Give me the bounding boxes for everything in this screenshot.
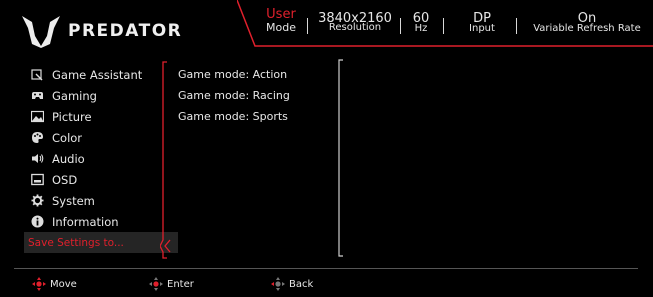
speaker-icon <box>30 152 44 166</box>
game-mode-list: Game mode: Action Game mode: Racing Game… <box>178 64 290 127</box>
menu-item-label: Gaming <box>52 88 97 103</box>
brand-logo: PREDATOR <box>20 14 182 48</box>
menu-item-label: Color <box>52 130 83 145</box>
game-mode-value: Action <box>252 68 288 81</box>
back-label: Back <box>289 278 314 290</box>
footer-divider <box>14 268 638 269</box>
menu-item-gaming[interactable]: Gaming <box>30 85 150 106</box>
mode-status: User Mode <box>261 8 301 34</box>
submenu-bracket <box>338 59 343 257</box>
game-mode-item[interactable]: Game mode: Action <box>178 64 290 85</box>
picture-icon <box>30 110 44 124</box>
game-mode-value: Sports <box>252 110 288 123</box>
menu-item-label: Picture <box>52 109 92 124</box>
status-panel: User Mode 3840x2160 Resolution 60 Hz DP … <box>237 0 653 52</box>
save-settings-label: Save Settings to... <box>28 236 124 249</box>
gear-icon <box>30 194 44 208</box>
selection-bracket <box>160 61 171 259</box>
footer-back-hint: Back <box>271 277 313 291</box>
menu-item-color[interactable]: Color <box>30 127 150 148</box>
main-menu: Game Assistant Gaming Picture Color Audi… <box>24 64 178 253</box>
footer-move-hint: Move <box>32 277 77 291</box>
enter-joystick-icon <box>149 277 163 291</box>
input-label: Input <box>469 23 495 34</box>
status-divider <box>516 18 517 34</box>
status-divider <box>307 18 308 34</box>
back-joystick-icon <box>271 277 285 291</box>
mode-label: Mode <box>266 21 296 34</box>
gamepad-icon <box>30 89 44 103</box>
brand-name: PREDATOR <box>68 21 183 41</box>
predator-logo-icon <box>22 16 60 48</box>
info-icon <box>30 215 44 229</box>
resolution-status: 3840x2160 Resolution <box>315 12 395 34</box>
menu-item-system[interactable]: System <box>30 190 150 211</box>
enter-label: Enter <box>167 278 194 290</box>
game-mode-label: Game mode: <box>178 110 250 123</box>
menu-item-osd[interactable]: OSD <box>30 169 150 190</box>
osd-icon <box>30 173 44 187</box>
palette-icon <box>30 131 44 145</box>
menu-item-game-assistant[interactable]: Game Assistant <box>30 64 150 85</box>
refresh-status: 60 Hz <box>409 12 433 35</box>
menu-item-label: System <box>52 193 95 208</box>
status-divider <box>400 18 401 34</box>
menu-item-picture[interactable]: Picture <box>30 106 150 127</box>
vrr-status: On Variable Refresh Rate <box>521 12 653 35</box>
menu-item-label: OSD <box>52 172 78 187</box>
game-mode-label: Game mode: <box>178 89 250 102</box>
save-settings-button[interactable]: Save Settings to... <box>24 232 178 253</box>
move-joystick-icon <box>32 277 46 291</box>
status-divider <box>443 18 444 34</box>
game-mode-item[interactable]: Game mode: Racing <box>178 85 290 106</box>
input-status: DP Input <box>459 12 505 35</box>
menu-item-label: Game Assistant <box>52 67 143 82</box>
menu-item-label: Information <box>52 214 119 229</box>
menu-item-label: Audio <box>52 151 85 166</box>
move-label: Move <box>50 278 77 290</box>
footer-enter-hint: Enter <box>149 277 194 291</box>
menu-item-audio[interactable]: Audio <box>30 148 150 169</box>
game-mode-value: Racing <box>252 89 290 102</box>
vrr-label: Variable Refresh Rate <box>533 23 641 34</box>
mode-value: User <box>266 7 296 22</box>
game-mode-label: Game mode: <box>178 68 250 81</box>
header-bar: PREDATOR User Mode 3840x2160 Resolution … <box>0 0 653 58</box>
game-assistant-icon <box>30 68 44 82</box>
menu-item-information[interactable]: Information <box>30 211 150 232</box>
game-mode-item[interactable]: Game mode: Sports <box>178 106 290 127</box>
